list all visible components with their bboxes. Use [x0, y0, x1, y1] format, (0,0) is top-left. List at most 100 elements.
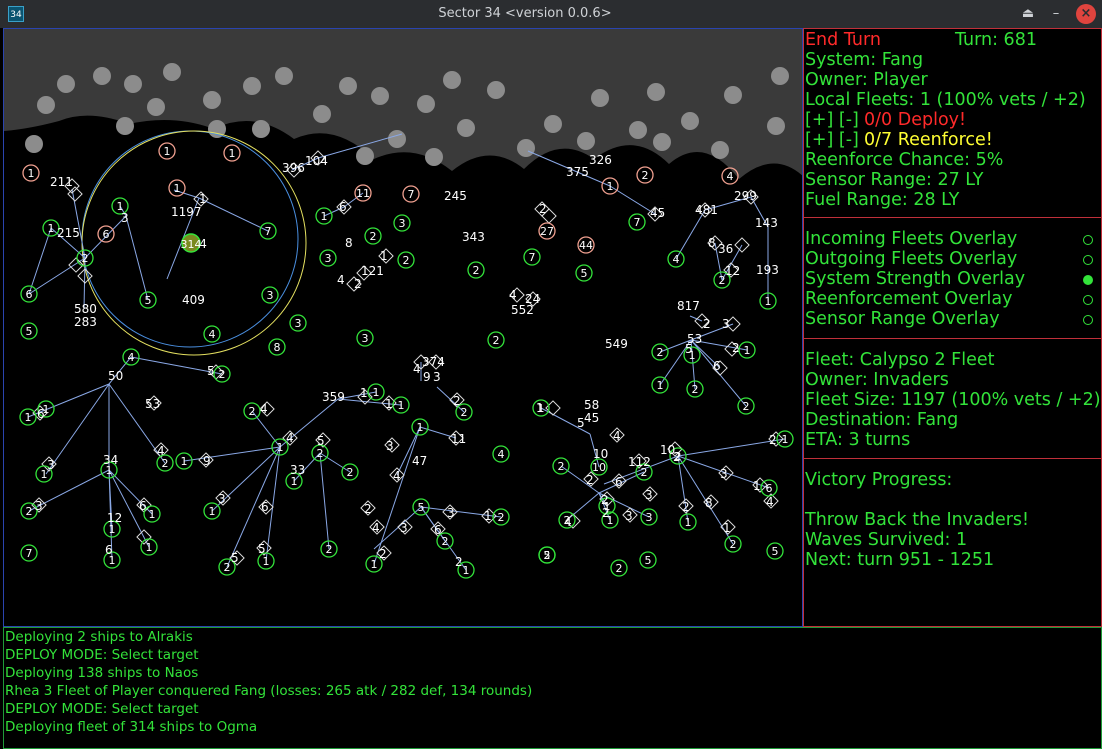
system-strength-label: 1	[321, 210, 328, 223]
system-strength-label: 2	[347, 466, 354, 479]
dust-particle	[25, 135, 43, 153]
dust-particle	[577, 132, 595, 150]
reinforce-stepper[interactable]: [+] [-]	[805, 130, 859, 150]
system-strength-label: 1	[48, 222, 55, 235]
system-strength-label: 1	[607, 180, 614, 193]
system-strength-label: 2	[249, 405, 256, 418]
fleet-size-label: 3	[386, 439, 394, 453]
fleet-size-label: 245	[444, 189, 467, 203]
system-strength-label: 1	[229, 147, 236, 160]
fleet-size-label: 6	[339, 200, 347, 214]
system-strength-label: 2	[730, 538, 737, 551]
dust-particle	[711, 141, 729, 159]
overlay-outgoing-label[interactable]: Outgoing Fleets Overlay	[805, 249, 1017, 269]
reinforce-button[interactable]: 0/7 Reenforce!	[864, 130, 993, 150]
system-strength-label: 6	[766, 482, 773, 495]
invader-system[interactable]: 27	[538, 222, 556, 240]
fleet-size-label: 2	[455, 555, 463, 569]
fleet-size-label: 12	[725, 264, 740, 278]
overlay-incoming-toggle[interactable]	[1083, 235, 1093, 245]
dust-particle	[724, 86, 742, 104]
fleet-size-label: 2	[379, 547, 387, 561]
fleet-size-label: 8	[345, 236, 353, 250]
system-strength-label: 1	[277, 441, 284, 454]
turn-counter: Turn: 681	[955, 30, 1037, 50]
fleet-size-label: 2	[732, 341, 740, 355]
fleet-size-label: 8	[705, 496, 713, 510]
fleet-size-label: 1	[753, 479, 761, 493]
overlay-reinforcement-toggle[interactable]	[1083, 295, 1093, 305]
system-strength-label: 2	[692, 383, 699, 396]
system-strength-label: 1	[149, 508, 156, 521]
fleet-size-label: 5	[207, 364, 215, 378]
dust-particle	[252, 120, 270, 138]
galaxy-map[interactable]: 1 1 1 1 6 11 7 2 1 27 44 4 1 1 2 7 1 3 2 3 2 2 7 5 7 4 2 1 6 5 5 3 3 4 3 8 2…	[3, 28, 803, 627]
deploy-button[interactable]: 0/0 Deploy!	[864, 110, 966, 130]
victory-title: Victory Progress:	[805, 470, 953, 490]
fleet-size-label: 3	[218, 492, 226, 506]
selected-system[interactable]: 314	[181, 233, 202, 253]
deploy-stepper[interactable]: [+] [-]	[805, 110, 859, 130]
window-titlebar: 34 Sector 34 <version 0.0.6> ⏏ – ×	[0, 0, 1102, 28]
dust-particle	[313, 105, 331, 123]
system-strength-label: 11	[356, 187, 370, 200]
dust-particle	[487, 81, 505, 99]
overlay-sensor-toggle[interactable]	[1083, 315, 1093, 325]
fleet-size-label: 580	[74, 302, 97, 316]
dust-particle	[591, 89, 609, 107]
fleet-size-label: 3	[645, 488, 653, 502]
system-strength-label: 1	[373, 386, 380, 399]
fleet-size-label: 6	[261, 500, 269, 514]
invader-system[interactable]: 44	[577, 236, 595, 254]
overlay-outgoing-toggle[interactable]	[1083, 255, 1093, 265]
overlay-reinforcement-label[interactable]: Reenforcement Overlay	[805, 289, 1012, 309]
fleet-size-label: 36	[718, 242, 733, 256]
eject-icon[interactable]: ⏏	[1018, 4, 1038, 24]
close-button[interactable]: ×	[1076, 4, 1096, 24]
dust-particle	[124, 75, 142, 93]
dust-particle	[653, 133, 671, 151]
log-line: Deploying 138 ships to Naos	[5, 665, 199, 681]
fleet-size-label: 6	[615, 475, 623, 489]
system-owner: Owner: Player	[805, 70, 928, 90]
system-strength-label: 1	[164, 145, 171, 158]
system-strength-label: 8	[274, 341, 281, 354]
overlay-strength-label[interactable]: System Strength Overlay	[805, 269, 1025, 289]
overlay-incoming-label[interactable]: Incoming Fleets Overlay	[805, 229, 1017, 249]
system-strength-label: 4	[128, 351, 135, 364]
dust-particle	[339, 77, 357, 95]
fleet-size-label: 34	[103, 453, 118, 467]
fleet-info-section: Fleet: Calypso 2 Fleet Owner: Invaders F…	[804, 339, 1101, 459]
system-strength-label: 1	[181, 455, 188, 468]
fleet-size-label: 5	[258, 542, 266, 556]
dust-particle	[443, 71, 461, 89]
fleet-size-label: 143	[755, 216, 778, 230]
fleet-size-label: 3	[35, 499, 43, 513]
fleet-size-label: 45	[584, 411, 599, 425]
fleet-size-label: 211	[50, 175, 73, 189]
system-strength-label: 27	[540, 225, 554, 238]
dust-particle	[629, 121, 647, 139]
fleet-size-label: 5	[685, 342, 693, 356]
map-canvas[interactable]: 11 11611 7212744411271323 22757421655 334 382…	[4, 29, 803, 627]
overlay-sensor-label[interactable]: Sensor Range Overlay	[805, 309, 1000, 329]
fleet-size-label: 4	[157, 444, 165, 458]
system-strength-label: 3	[399, 217, 406, 230]
fleet-size-label: 396	[282, 161, 305, 175]
fleet-size-label: 3	[722, 317, 730, 331]
system-strength-label: 2	[657, 346, 664, 359]
overlay-strength-toggle[interactable]	[1083, 275, 1093, 285]
fleet-size-label: 4	[260, 402, 268, 416]
system-strength-label: 3	[325, 252, 332, 265]
system-strength-label: 44	[579, 239, 593, 252]
fleet-size-label: 1197	[171, 205, 202, 219]
fleet-size-label: 45	[650, 206, 665, 220]
fleet-size-label: 6	[37, 407, 45, 421]
fleet-size-label: 5	[317, 434, 325, 448]
end-turn-button[interactable]: End Turn	[805, 30, 881, 50]
system-strength-label: 5	[544, 549, 551, 562]
minimize-button[interactable]: –	[1046, 4, 1066, 24]
fleet-size-label: 11	[451, 432, 466, 446]
dust-particle	[93, 67, 111, 85]
invader-system[interactable]: 11	[354, 184, 372, 202]
